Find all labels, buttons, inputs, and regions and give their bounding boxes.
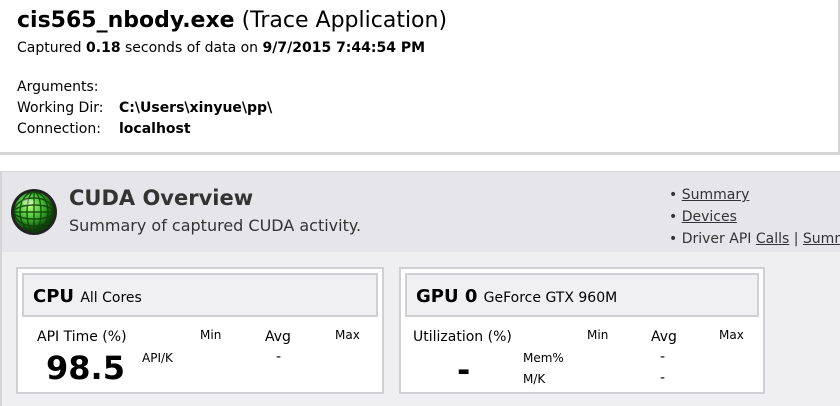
mem-label: Mem%: [523, 351, 564, 365]
cpu-max-label: Max: [335, 328, 360, 342]
connection-value: localhost: [119, 121, 191, 137]
cuda-globe-icon: [11, 189, 57, 235]
gpu-max-label: Max: [719, 328, 744, 342]
working-dir-label: Working Dir:: [17, 100, 104, 116]
mk-avg: -: [660, 370, 666, 386]
overview-links: • Summary • Devices • Driver API Calls |…: [669, 184, 840, 250]
page-title: cis565_nbody.exe (Trace Application): [17, 8, 447, 33]
api-time-value: 98.5: [46, 349, 125, 387]
working-dir-value: C:\Users\xinyue\pp\: [119, 100, 273, 116]
gpu-title: GPU 0: [416, 286, 478, 307]
calls-link[interactable]: Calls: [756, 231, 789, 247]
captured-seconds: 0.18: [86, 40, 121, 56]
summ-link[interactable]: Summ: [803, 231, 840, 247]
links-separator: |: [793, 231, 799, 247]
captured-mid: seconds of data on: [125, 40, 259, 56]
exe-name: cis565_nbody.exe: [17, 8, 235, 33]
arguments-label: Arguments:: [17, 79, 99, 95]
api-k-label: API/K: [142, 351, 173, 365]
connection-label: Connection:: [17, 121, 101, 137]
mk-label: M/K: [523, 372, 546, 386]
captured-datetime: 9/7/2015 7:44:54 PM: [262, 40, 426, 56]
cpu-subtitle: All Cores: [80, 290, 142, 306]
cpu-min-label: Min: [200, 328, 222, 342]
gpu-panel-header: GPU 0 GeForce GTX 960M: [405, 273, 759, 317]
captured-line: Captured 0.18 seconds of data on 9/7/201…: [17, 40, 425, 56]
mem-avg: -: [660, 349, 666, 365]
gpu-avg-label: Avg: [651, 329, 677, 345]
overview-title: CUDA Overview: [69, 186, 254, 210]
cpu-panel-header: CPU All Cores: [22, 273, 378, 317]
captured-prefix: Captured: [17, 40, 82, 56]
gpu-subtitle: GeForce GTX 960M: [483, 290, 618, 306]
summary-link[interactable]: Summary: [682, 187, 750, 203]
app-type: (Trace Application): [241, 8, 448, 33]
trace-header: cis565_nbody.exe (Trace Application) Cap…: [0, 0, 840, 155]
overview-band: CUDA Overview Summary of captured CUDA a…: [2, 172, 840, 252]
driver-api-label: Driver API: [681, 231, 752, 247]
devices-link[interactable]: Devices: [682, 209, 737, 225]
session-info: Arguments: Working Dir: C:\Users\xinyue\…: [17, 77, 272, 140]
cpu-title: CPU: [33, 286, 75, 307]
api-k-avg: -: [276, 349, 282, 365]
gpu-min-label: Min: [587, 328, 609, 342]
cpu-panel: CPU All Cores API Time (%) Min Avg Max 9…: [16, 267, 384, 394]
api-time-label: API Time (%): [37, 329, 127, 345]
utilization-label: Utilization (%): [413, 329, 512, 345]
cuda-overview-section: CUDA Overview Summary of captured CUDA a…: [0, 171, 840, 406]
utilization-value: -: [457, 351, 471, 389]
overview-subtitle: Summary of captured CUDA activity.: [69, 216, 362, 235]
cpu-avg-label: Avg: [265, 329, 291, 345]
gpu-panel: GPU 0 GeForce GTX 960M Utilization (%) M…: [399, 267, 765, 394]
